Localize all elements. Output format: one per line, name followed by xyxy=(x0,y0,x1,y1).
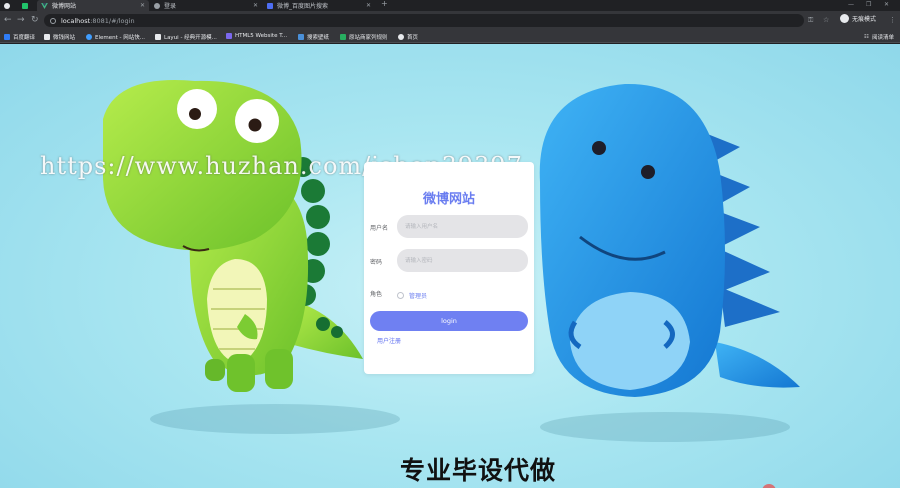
github-icon xyxy=(398,34,404,40)
green-app-icon xyxy=(22,2,28,9)
bookmark-item[interactable]: 首页 xyxy=(398,33,418,41)
minimize-icon[interactable]: — xyxy=(848,1,854,8)
login-button[interactable]: login xyxy=(370,311,528,331)
forward-arrow-icon[interactable]: → xyxy=(17,14,25,26)
url-path: :8081/#/login xyxy=(90,16,135,25)
new-tab-button[interactable]: + xyxy=(381,0,388,8)
password-input[interactable] xyxy=(397,249,528,272)
window-close-icon[interactable]: ✕ xyxy=(884,1,889,8)
tab-title: 微博网站 xyxy=(52,3,77,10)
tab-baidu-images[interactable]: 微博_百度图片搜索 ✕ xyxy=(263,0,375,11)
url-host: localhost xyxy=(61,16,91,25)
address-bar[interactable]: localhost:8081/#/login xyxy=(44,14,804,27)
reload-icon[interactable]: ↻ xyxy=(31,14,39,26)
bookmark-item[interactable]: HTML5 Website T... xyxy=(226,33,287,39)
chrome-app-icon xyxy=(4,2,10,9)
info-icon[interactable] xyxy=(50,17,56,24)
close-icon[interactable]: ✕ xyxy=(253,2,258,9)
page-viewport: https://www.huzhan.com/ishop39397 微博网站 用… xyxy=(0,44,900,488)
layui-icon xyxy=(155,34,161,40)
tab-pinned-1[interactable] xyxy=(0,0,18,11)
bookmark-item[interactable]: 百度翻译 xyxy=(4,33,35,41)
role-option-label: 管理员 xyxy=(409,293,428,300)
incognito-indicator[interactable]: 无痕模式 xyxy=(840,14,876,23)
blue-dinosaur-illustration xyxy=(539,83,800,398)
maximize-icon[interactable]: ❐ xyxy=(866,1,871,8)
tab-login[interactable]: 登录 ✕ xyxy=(150,0,262,11)
globe-icon xyxy=(154,2,160,9)
vue-logo-icon xyxy=(41,2,48,9)
promo-caption: 专业毕设代做 xyxy=(399,456,556,485)
role-radio-admin[interactable]: 管理员 xyxy=(397,291,427,300)
ground-shadow xyxy=(150,404,400,434)
login-form-card: 微博网站 用户名 密码 角色 管理员 login 用户注册 xyxy=(364,162,534,374)
star-icon[interactable]: ☆ xyxy=(823,14,829,26)
incognito-avatar-icon xyxy=(840,14,849,23)
tab-weibo-site[interactable]: 微博网站 ✕ xyxy=(37,0,149,11)
bookmark-item[interactable]: Layui - 经典开源模... xyxy=(155,33,217,41)
bookmark-item[interactable]: Element - 网站快... xyxy=(86,33,145,41)
username-input[interactable] xyxy=(397,215,528,238)
baidu-paw-icon xyxy=(267,2,273,9)
tab-pinned-2[interactable] xyxy=(18,0,36,11)
kebab-menu-icon[interactable]: ⋮ xyxy=(889,14,896,26)
html5-icon xyxy=(226,33,232,39)
radio-circle-icon[interactable] xyxy=(397,292,404,299)
bookmark-item[interactable]: 原站商家列规则 xyxy=(340,33,388,41)
register-link[interactable]: 用户注册 xyxy=(377,336,401,345)
green-dinosaur-illustration xyxy=(103,80,363,392)
flag-icon xyxy=(44,34,50,40)
username-label: 用户名 xyxy=(370,225,389,232)
browser-toolbar: ← → ↻ localhost:8081/#/login ⚿ ☆ 无痕模式 ⋮ xyxy=(0,11,900,30)
shop-icon xyxy=(340,34,346,40)
back-arrow-icon[interactable]: ← xyxy=(4,14,12,26)
password-label: 密码 xyxy=(370,259,383,266)
wallpaper-icon xyxy=(298,34,304,40)
bookmarks-bar: 百度翻译 微钱网站 Element - 网站快... Layui - 经典开源模… xyxy=(0,30,900,43)
reading-list[interactable]: ☷ 阅读清单 xyxy=(864,33,894,41)
reading-list-icon: ☷ xyxy=(864,34,869,40)
key-icon[interactable]: ⚿ xyxy=(808,14,813,26)
tab-bar: 微博网站 ✕ 登录 ✕ 微博_百度图片搜索 ✕ + — ❐ ✕ xyxy=(0,0,900,11)
translate-icon xyxy=(4,34,10,40)
bookmark-item[interactable]: 搜索壁纸 xyxy=(298,33,329,41)
site-title: 微博网站 xyxy=(422,192,475,207)
element-icon xyxy=(86,34,92,40)
bookmark-item[interactable]: 微钱网站 xyxy=(44,33,75,41)
incognito-label: 无痕模式 xyxy=(852,16,877,23)
tab-title: 微博_百度图片搜索 xyxy=(277,3,329,10)
close-icon[interactable]: ✕ xyxy=(366,2,371,9)
role-label: 角色 xyxy=(370,291,383,298)
close-icon[interactable]: ✕ xyxy=(140,2,145,9)
tab-title: 登录 xyxy=(164,3,177,10)
